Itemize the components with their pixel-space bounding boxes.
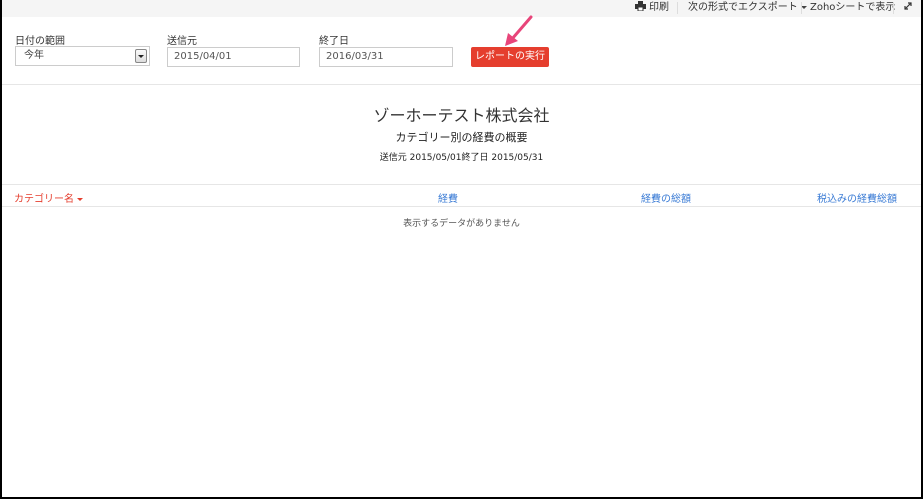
zoho-sheet-label: Zohoシートで表示 bbox=[810, 2, 896, 13]
print-label: 印刷 bbox=[649, 2, 669, 13]
to-date-label: 終了日 bbox=[319, 36, 349, 47]
table-header-border bbox=[2, 206, 921, 207]
print-button[interactable]: 印刷 bbox=[635, 1, 669, 15]
expand-icon bbox=[904, 2, 912, 10]
report-toolbar: 印刷 次の形式でエクスポート Zohoシートで表示 bbox=[2, 0, 921, 17]
company-name: ゾーホーテスト株式会社 bbox=[373, 106, 550, 125]
date-range-label: 日付の範囲 bbox=[15, 36, 65, 47]
from-date-label: 送信元 bbox=[167, 36, 197, 47]
column-header-category[interactable]: カテゴリー名 bbox=[14, 190, 83, 205]
empty-table-message: 表示するデータがありません bbox=[403, 219, 520, 229]
column-header-expense-total[interactable]: 経費の総額 bbox=[641, 190, 691, 205]
toolbar-separator bbox=[677, 2, 678, 14]
expand-button[interactable] bbox=[903, 1, 913, 15]
table-top-border bbox=[2, 184, 921, 185]
export-dropdown[interactable]: 次の形式でエクスポート bbox=[688, 1, 807, 15]
chevron-down-icon[interactable] bbox=[135, 49, 147, 63]
pointer-arrow-icon bbox=[505, 15, 533, 46]
from-date-input[interactable]: 2015/04/01 bbox=[167, 47, 300, 67]
to-date-input[interactable]: 2016/03/31 bbox=[319, 47, 453, 67]
report-title: カテゴリー別の経費の概要 bbox=[395, 131, 528, 144]
view-in-zoho-sheet-button[interactable]: Zohoシートで表示 bbox=[810, 1, 895, 15]
column-header-expense-total-with-tax[interactable]: 税込みの経費総額 bbox=[817, 190, 897, 205]
category-column-label: カテゴリー名 bbox=[14, 194, 74, 205]
report-date-range: 送信元 2015/05/01終了日 2015/05/31 bbox=[379, 153, 544, 163]
toolbar-separator bbox=[801, 2, 802, 14]
window-frame: 印刷 次の形式でエクスポート Zohoシートで表示 日付の範囲 今年 送信元 2… bbox=[0, 0, 923, 499]
date-range-value: 今年 bbox=[24, 50, 44, 61]
run-report-button[interactable]: レポートの実行 bbox=[471, 47, 549, 67]
printer-icon bbox=[635, 1, 646, 12]
export-label: 次の形式でエクスポート bbox=[688, 2, 798, 13]
date-range-select[interactable]: 今年 bbox=[15, 46, 150, 66]
column-header-expense[interactable]: 経費 bbox=[438, 190, 458, 205]
toolbar-separator bbox=[893, 2, 894, 14]
sort-desc-icon bbox=[77, 197, 83, 201]
filter-divider bbox=[2, 84, 921, 85]
